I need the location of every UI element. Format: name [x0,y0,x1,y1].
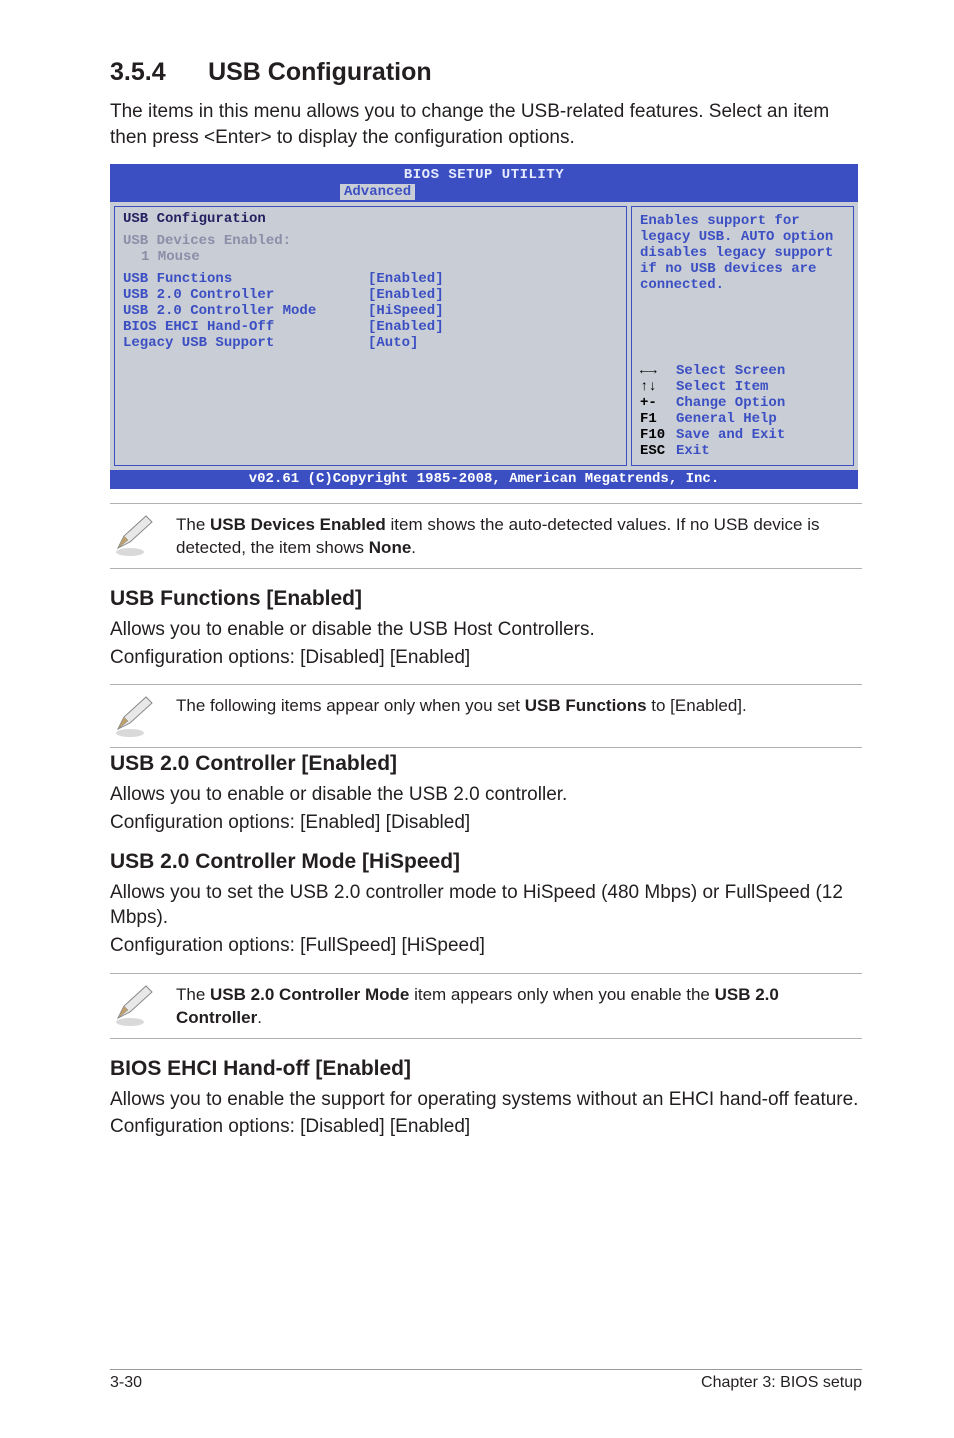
bios-nav-label: General Help [676,411,777,427]
para-usb20-mode-options: Configuration options: [FullSpeed] [HiSp… [110,933,862,959]
para-ehci-options: Configuration options: [Disabled] [Enabl… [110,1114,862,1140]
bios-row-val: [Enabled] [368,271,444,287]
note-usb-functions-enabled: The following items appear only when you… [110,684,862,748]
bios-setup-screenshot: BIOS SETUP UTILITY Advanced USB Configur… [110,164,858,489]
bios-footer: v02.61 (C)Copyright 1985-2008, American … [110,470,858,489]
note-text: The following items appear only when you… [176,693,747,718]
bios-devices-label: USB Devices Enabled: [123,233,618,249]
heading-usb20-controller: USB 2.0 Controller [Enabled] [110,752,862,776]
pencil-note-icon [110,693,176,739]
bios-nav-select-item: ↑↓Select Item [640,379,845,395]
para-usb20-mode-desc: Allows you to set the USB 2.0 controller… [110,880,862,931]
para-usb-functions-options: Configuration options: [Disabled] [Enabl… [110,645,862,671]
bios-row-key: USB Functions [123,271,368,287]
note-usb20-controller-mode: The USB 2.0 Controller Mode item appears… [110,973,862,1039]
esc-key-icon: ESC [640,443,676,459]
pencil-note-icon [110,512,176,558]
f1-key-icon: F1 [640,411,676,427]
bios-nav-label: Select Screen [676,363,785,379]
bios-nav-save-exit: F10Save and Exit [640,427,845,443]
bios-nav-label: Select Item [676,379,768,395]
bios-row-usb20-controller-mode: USB 2.0 Controller Mode [HiSpeed] [123,303,618,319]
bios-nav-general-help: F1General Help [640,411,845,427]
bios-row-key: BIOS EHCI Hand-Off [123,319,368,335]
bios-row-val: [Auto] [368,335,418,351]
section-number: 3.5.4 [110,58,166,87]
bios-row-usb-functions: USB Functions [Enabled] [123,271,618,287]
bios-nav-exit: ESCExit [640,443,845,459]
bios-row-legacy-usb: Legacy USB Support [Auto] [123,335,618,351]
section-title: USB Configuration [208,58,432,87]
bios-help-text: Enables support for legacy USB. AUTO opt… [640,213,845,293]
bios-left-panel: USB Configuration USB Devices Enabled: 1… [114,206,627,466]
arrow-up-down-icon: ↑↓ [640,379,676,395]
arrow-left-right-icon: ←→ [640,363,676,379]
bios-title: BIOS SETUP UTILITY [110,166,858,184]
heading-bios-ehci-handoff: BIOS EHCI Hand-off [Enabled] [110,1057,862,1081]
intro-paragraph: The items in this menu allows you to cha… [110,99,862,150]
para-ehci-desc: Allows you to enable the support for ope… [110,1087,862,1113]
footer-chapter: Chapter 3: BIOS setup [701,1374,862,1392]
bios-row-ehci-handoff: BIOS EHCI Hand-Off [Enabled] [123,319,618,335]
para-usb20-controller-options: Configuration options: [Enabled] [Disabl… [110,810,862,836]
para-usb20-controller-desc: Allows you to enable or disable the USB … [110,782,862,808]
heading-usb20-controller-mode: USB 2.0 Controller Mode [HiSpeed] [110,850,862,874]
plus-minus-icon: +- [640,395,676,411]
bios-row-key: Legacy USB Support [123,335,368,351]
bios-nav-label: Exit [676,443,710,459]
para-usb-functions-desc: Allows you to enable or disable the USB … [110,617,862,643]
bios-devices-value: 1 Mouse [123,249,618,265]
bios-row-key: USB 2.0 Controller [123,287,368,303]
heading-usb-functions: USB Functions [Enabled] [110,587,862,611]
page-footer: 3-30 Chapter 3: BIOS setup [110,1369,862,1392]
bios-row-usb20-controller: USB 2.0 Controller [Enabled] [123,287,618,303]
footer-page-number: 3-30 [110,1374,142,1392]
note-text: The USB Devices Enabled item shows the a… [176,512,862,560]
bios-nav-label: Change Option [676,395,785,411]
bios-row-val: [Enabled] [368,287,444,303]
bios-row-val: [Enabled] [368,319,444,335]
bios-row-key: USB 2.0 Controller Mode [123,303,368,319]
bios-nav-label: Save and Exit [676,427,785,443]
bios-panel-title: USB Configuration [123,211,618,227]
bios-nav-select-screen: ←→Select Screen [640,363,845,379]
pencil-note-icon [110,982,176,1028]
bios-tab-advanced: Advanced [340,184,415,200]
bios-row-val: [HiSpeed] [368,303,444,319]
bios-right-panel: Enables support for legacy USB. AUTO opt… [631,206,854,466]
note-usb-devices-enabled: The USB Devices Enabled item shows the a… [110,503,862,569]
note-text: The USB 2.0 Controller Mode item appears… [176,982,862,1030]
f10-key-icon: F10 [640,427,676,443]
bios-nav-change-option: +-Change Option [640,395,845,411]
